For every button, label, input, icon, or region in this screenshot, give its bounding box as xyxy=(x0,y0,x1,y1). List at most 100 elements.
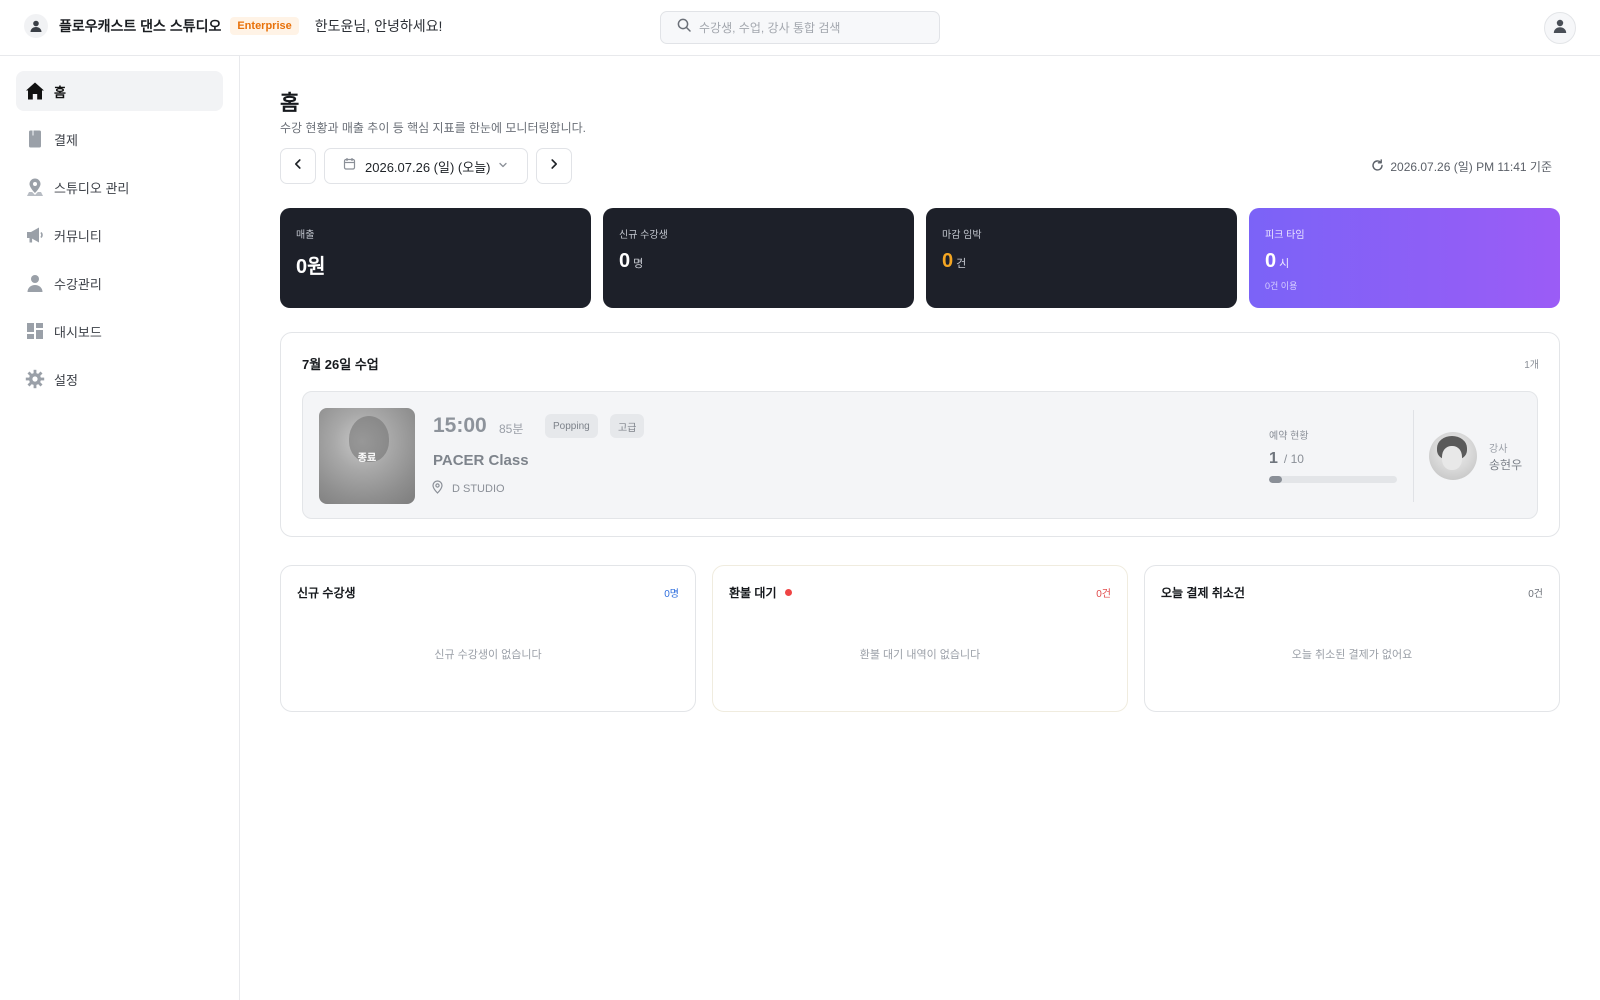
class-card[interactable]: 종료 15:00 85분 Popping 고급 PACER Class D ST… xyxy=(302,391,1538,519)
prev-date-button[interactable] xyxy=(280,148,316,184)
map-pin-icon xyxy=(431,480,444,497)
stat-value: 0 xyxy=(942,250,954,272)
payment-cancellations-panel[interactable]: 오늘 결제 취소건 0건 오늘 취소된 결제가 없어요 xyxy=(1144,565,1560,712)
summary-panels: 신규 수강생 0명 신규 수강생이 없습니다 환불 대기 0건 환불 대기 내역… xyxy=(280,565,1560,712)
panel-title-text: 오늘 결제 취소건 xyxy=(1161,586,1245,600)
panel-count: 0건 xyxy=(1528,589,1543,600)
megaphone-icon xyxy=(25,225,45,245)
next-date-button[interactable] xyxy=(536,148,572,184)
stat-value-row: 0 시 xyxy=(1265,250,1544,273)
sidebar-item-label: 홈 xyxy=(54,84,66,100)
refund-pending-panel[interactable]: 환불 대기 0건 환불 대기 내역이 없습니다 xyxy=(712,565,1128,712)
receipt-icon xyxy=(25,129,45,149)
sidebar-item-label: 설정 xyxy=(54,372,78,388)
brand: 플로우캐스트 댄스 스튜디오 Enterprise 한도윤님, 안녕하세요! xyxy=(24,14,442,38)
studio-avatar-icon[interactable] xyxy=(24,14,48,38)
sidebar-item-label: 스튜디오 관리 xyxy=(54,180,130,196)
sidebar-item-settings[interactable]: 설정 xyxy=(16,359,223,399)
sidebar-item-home[interactable]: 홈 xyxy=(16,71,223,111)
chevron-left-icon xyxy=(292,157,304,175)
calendar-icon xyxy=(343,157,356,175)
updated-timestamp: 2026.07.26 (일) PM 11:41 기준 xyxy=(1390,160,1552,174)
stat-subtext: 0건 이용 xyxy=(1265,281,1298,291)
user-menu-button[interactable] xyxy=(1544,12,1576,44)
stat-value-row: 0원 xyxy=(296,250,575,279)
greeting-text: 한도윤님, 안녕하세요! xyxy=(314,18,443,34)
dashboard-icon xyxy=(25,321,45,341)
location-name: D STUDIO xyxy=(452,482,505,495)
sidebar-item-label: 커뮤니티 xyxy=(54,228,102,244)
stat-unit: 건 xyxy=(956,258,967,270)
global-search[interactable] xyxy=(660,11,940,44)
refresh-icon[interactable] xyxy=(1371,158,1384,175)
studio-name[interactable]: 플로우캐스트 댄스 스튜디오 xyxy=(59,16,221,36)
class-location: D STUDIO xyxy=(431,480,505,497)
last-updated: 2026.07.26 (일) PM 11:41 기준 xyxy=(1371,158,1552,175)
classes-count: 1개 xyxy=(1524,360,1539,371)
stat-label: 신규 수강생 xyxy=(619,230,668,241)
empty-state-text: 오늘 취소된 결제가 없어요 xyxy=(1291,649,1413,661)
class-name: PACER Class xyxy=(433,452,529,469)
sidebar-item-payment[interactable]: 결제 xyxy=(16,119,223,159)
stat-card-peak-time[interactable]: 피크 타임 0 시 0건 이용 xyxy=(1249,208,1560,308)
sidebar-item-enrollment[interactable]: 수강관리 xyxy=(16,263,223,303)
instructor-avatar xyxy=(1429,432,1477,480)
instructor-name: 송현우 xyxy=(1489,458,1523,472)
today-classes-panel: 7월 26일 수업 1개 종료 15:00 85분 Popping 고급 PAC… xyxy=(280,332,1560,537)
empty-state-text: 신규 수강생이 없습니다 xyxy=(434,649,542,661)
search-input[interactable] xyxy=(699,20,919,35)
person-icon xyxy=(25,273,45,293)
panel-title: 오늘 결제 취소건 xyxy=(1161,584,1245,601)
stat-value: 0 xyxy=(1265,250,1277,272)
reservation-progress-fill xyxy=(1269,476,1282,483)
panel-title-text: 환불 대기 xyxy=(729,586,777,600)
class-time: 15:00 xyxy=(433,414,487,437)
chevron-down-icon xyxy=(498,157,508,175)
reservation-progress-bar xyxy=(1269,476,1397,483)
chevron-right-icon xyxy=(548,157,560,175)
instructor-label: 강사 xyxy=(1489,444,1508,455)
date-picker[interactable]: 2026.07.26 (일) (오늘) xyxy=(324,148,528,184)
stat-unit: 시 xyxy=(1279,258,1290,270)
panel-title-text: 신규 수강생 xyxy=(297,586,356,600)
stat-label: 피크 타임 xyxy=(1265,230,1305,241)
panel-count: 0건 xyxy=(1096,589,1111,600)
stat-cards: 매출 0원 신규 수강생 0 명 마감 임박 0 건 피크 타임 0 시 0건 … xyxy=(280,208,1560,308)
sidebar-item-label: 대시보드 xyxy=(54,324,102,340)
stat-unit: 명 xyxy=(633,258,644,270)
stat-label: 매출 xyxy=(296,230,315,241)
sidebar-item-studio[interactable]: 스튜디오 관리 xyxy=(16,167,223,207)
panel-count: 0명 xyxy=(664,589,679,600)
genre-tag: Popping xyxy=(545,414,598,438)
stat-card-closing-soon[interactable]: 마감 임박 0 건 xyxy=(926,208,1237,308)
top-bar: 플로우캐스트 댄스 스튜디오 Enterprise 한도윤님, 안녕하세요! xyxy=(0,0,1600,56)
page-description: 수강 현황과 매출 추이 등 핵심 지표를 한눈에 모니터링합니다. xyxy=(280,121,587,135)
stat-card-revenue[interactable]: 매출 0원 xyxy=(280,208,591,308)
sidebar-item-community[interactable]: 커뮤니티 xyxy=(16,215,223,255)
classes-title: 7월 26일 수업 xyxy=(302,357,379,372)
capacity: / 10 xyxy=(1283,452,1304,466)
stat-label: 마감 임박 xyxy=(942,230,982,241)
sidebar-item-dashboard[interactable]: 대시보드 xyxy=(16,311,223,351)
page-title: 홈 xyxy=(280,92,300,115)
new-students-panel[interactable]: 신규 수강생 0명 신규 수강생이 없습니다 xyxy=(280,565,696,712)
class-status-label: 종료 xyxy=(357,452,377,464)
stat-value: 0 xyxy=(619,250,631,272)
user-icon xyxy=(1552,18,1568,39)
stat-value: 0원 xyxy=(296,256,326,278)
empty-state-text: 환불 대기 내역이 없습니다 xyxy=(859,649,981,661)
gear-icon xyxy=(25,369,45,389)
level-tag: 고급 xyxy=(610,414,645,438)
stat-value-row: 0 건 xyxy=(942,250,1221,273)
date-label: 2026.07.26 (일) (오늘) xyxy=(365,159,491,175)
search-icon xyxy=(677,18,691,37)
class-duration: 85분 xyxy=(499,422,524,436)
sidebar-item-label: 수강관리 xyxy=(54,276,102,292)
panel-title: 환불 대기 xyxy=(729,584,792,601)
alert-dot-icon xyxy=(784,589,792,596)
stat-card-new-students[interactable]: 신규 수강생 0 명 xyxy=(603,208,914,308)
reserved-count: 1 xyxy=(1269,450,1278,467)
stat-value-row: 0 명 xyxy=(619,250,898,273)
sidebar: 홈 결제 스튜디오 관리 커뮤니티 수강관리 대시보드 설정 xyxy=(0,56,240,1000)
home-icon xyxy=(25,81,45,101)
